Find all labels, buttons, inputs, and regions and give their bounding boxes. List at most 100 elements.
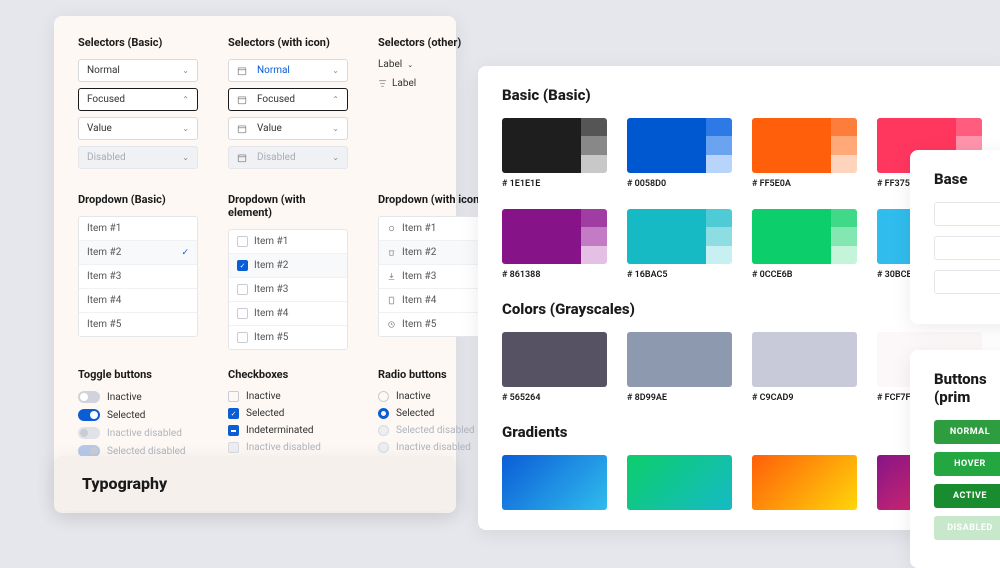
radio-checked-icon[interactable] [378,408,389,419]
radio-disabled-icon [378,442,389,453]
button-hover[interactable]: HOVER [934,452,1000,476]
calendar-icon [237,66,247,76]
heading-base: Base [934,170,1000,188]
checkbox-disabled-icon [228,442,239,453]
dropdown-basic: Item #1 Item #2✓ Item #3 Item #4 Item #5 [78,216,198,337]
dropdown-item[interactable]: Item #1 [79,217,197,241]
dropdown-item[interactable]: Item #4 [79,289,197,313]
color-swatch: # 0058D0 [627,118,732,189]
heading-selectors-basic: Selectors (Basic) [78,36,198,49]
gradient-swatch [502,455,607,510]
radio-disabled-icon [378,425,389,436]
toggle-off[interactable] [78,391,100,403]
color-swatch: # 16BAC5 [627,209,732,280]
select-disabled: Disabled⌄ [78,146,198,169]
chevron-down-icon: ⌄ [332,153,339,162]
button-disabled: DISABLED [934,516,1000,540]
document-icon [387,296,396,305]
swatch-hex: # 8D99AE [627,393,732,403]
trash-icon [387,248,396,257]
button-normal[interactable]: NORMAL [934,420,1000,444]
dropdown-item[interactable]: Item #1 [229,230,347,254]
calendar-icon [237,124,247,134]
chevron-down-icon: ⌄ [332,124,339,133]
dropdown-item[interactable]: Item #5 [79,313,197,336]
mini-select-label[interactable]: Label⌄ [378,59,468,70]
color-swatch: # 1E1E1E [502,118,607,189]
chevron-down-icon: ⌄ [182,124,189,133]
swatch-hex: # 1E1E1E [502,179,607,189]
swatch-hex: # 16BAC5 [627,270,732,280]
calendar-icon [237,153,247,163]
select-icon-normal[interactable]: Normal⌄ [228,59,348,82]
select-normal[interactable]: Normal⌄ [78,59,198,82]
select-icon-disabled: Disabled⌄ [228,146,348,169]
color-swatch: # FF5E0A [752,118,857,189]
gradient-swatch [752,455,857,510]
base-input[interactable] [934,202,1000,226]
heading-dropdown-element: Dropdown (with element) [228,193,348,219]
checkbox-icon [237,308,248,319]
gear-icon [387,224,396,233]
color-swatch: # 8D99AE [627,332,732,403]
toggle-row: Inactive disabled [78,427,198,439]
chevron-down-icon: ⌄ [332,66,339,75]
chevron-down-icon: ⌄ [182,153,189,162]
swatch-hex: # C9CAD9 [752,393,857,403]
typography-title: Typography [82,474,428,493]
dropdown-item[interactable]: Item #3 [79,265,197,289]
dropdown-item[interactable]: ✓Item #2 [229,254,347,278]
toggle-on[interactable] [78,409,100,421]
checkbox-icon[interactable] [228,391,239,402]
select-focused[interactable]: Focused⌃ [78,88,198,111]
radio-icon[interactable] [378,391,389,402]
base-input[interactable] [934,270,1000,294]
dropdown-item[interactable]: Item #5 [229,326,347,349]
checkbox-indeterminate-icon[interactable] [228,425,239,436]
base-panel: Base [910,150,1000,324]
checkbox-row: Inactive disabled [228,442,348,453]
swatch-hex: # 0CCE6B [752,270,857,280]
checkbox-row[interactable]: ✓Selected [228,408,348,419]
toggle-row[interactable]: Inactive [78,391,198,403]
selectors-panel: Selectors (Basic) Normal⌄ Focused⌃ Value… [54,16,456,513]
chevron-up-icon: ⌃ [182,95,189,104]
heading-buttons: Buttons (prim [934,370,1000,406]
select-value[interactable]: Value⌄ [78,117,198,140]
toggle-row[interactable]: Selected [78,409,198,421]
dropdown-element: Item #1 ✓Item #2 Item #3 Item #4 Item #5 [228,229,348,350]
mini-select-filter[interactable]: Label [378,78,468,89]
color-swatch: # 565264 [502,332,607,403]
check-icon: ✓ [181,248,189,258]
dropdown-item[interactable]: Item #3 [229,278,347,302]
chevron-down-icon: ⌄ [407,61,413,69]
gradient-swatch [627,455,732,510]
calendar-icon [237,95,247,105]
heading-selectors-icon: Selectors (with icon) [228,36,348,49]
swatch-hex: # 0058D0 [627,179,732,189]
dropdown-item[interactable]: Item #2✓ [79,241,197,265]
checkbox-row[interactable]: Inactive [228,391,348,402]
checkbox-icon [237,332,248,343]
buttons-panel: Buttons (prim NORMAL HOVER ACTIVE DISABL… [910,350,1000,568]
typography-panel: Typography [54,456,456,511]
base-input[interactable] [934,236,1000,260]
select-icon-value[interactable]: Value⌄ [228,117,348,140]
swatch-hex: # 861388 [502,270,607,280]
checkbox-checked-icon[interactable]: ✓ [228,408,239,419]
heading-dropdown-basic: Dropdown (Basic) [78,193,198,206]
checkbox-row[interactable]: Indeterminated [228,425,348,436]
checkbox-checked-icon: ✓ [237,260,248,271]
download-icon [387,272,396,281]
heading-basic-colors: Basic (Basic) [502,86,984,104]
swatch-hex: # FF5E0A [752,179,857,189]
color-swatch: # C9CAD9 [752,332,857,403]
heading-selectors-other: Selectors (other) [378,36,468,49]
clock-icon [387,320,396,329]
dropdown-item[interactable]: Item #4 [229,302,347,326]
button-active[interactable]: ACTIVE [934,484,1000,508]
select-icon-focused[interactable]: Focused⌃ [228,88,348,111]
checkbox-icon [237,236,248,247]
checkbox-icon [237,284,248,295]
chevron-up-icon: ⌃ [332,95,339,104]
